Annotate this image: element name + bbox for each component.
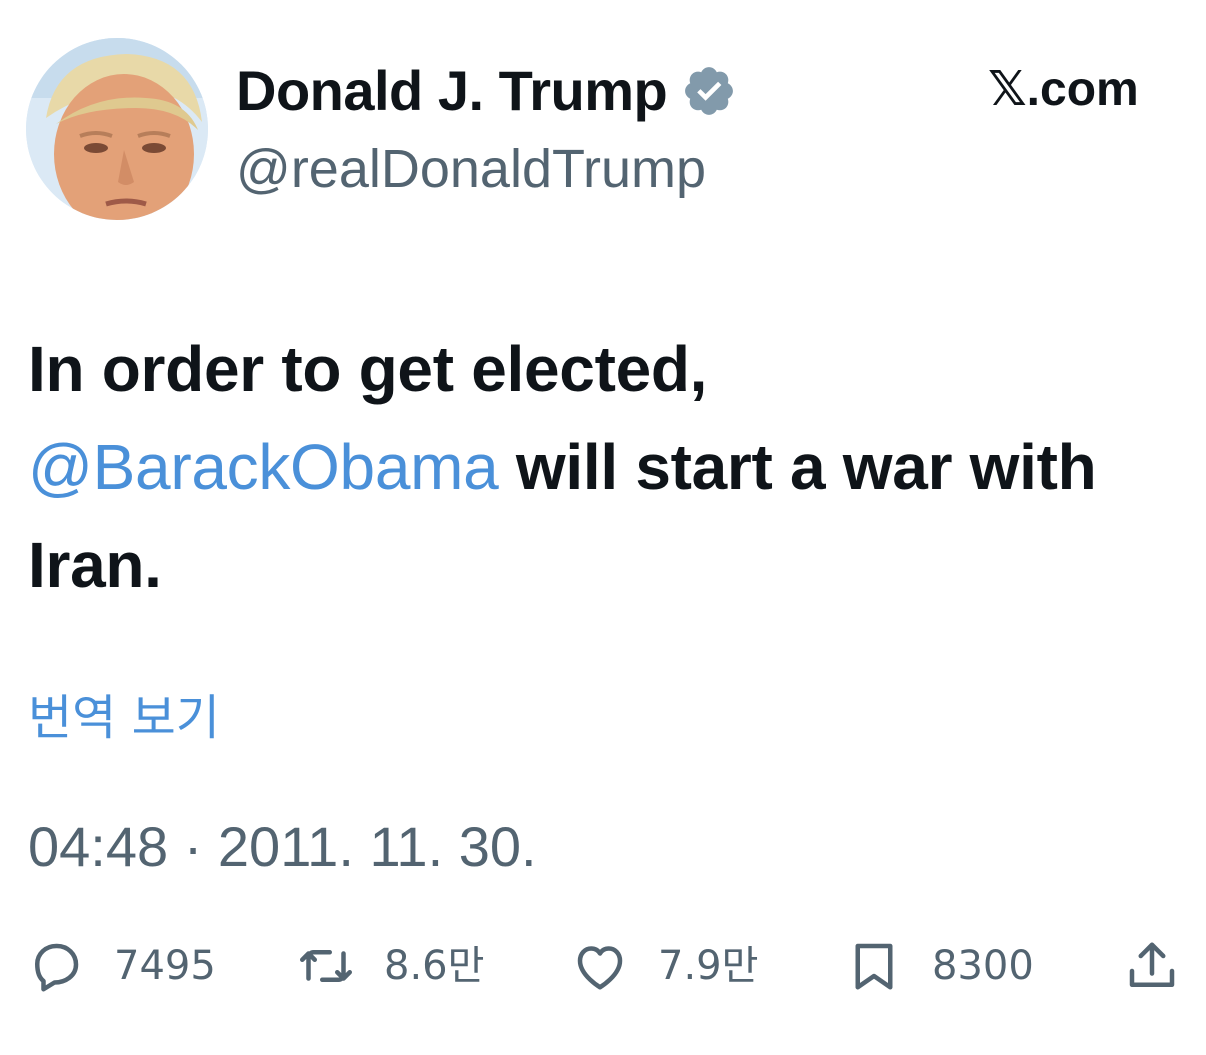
verified-badge-icon	[681, 63, 737, 119]
display-name-row: Donald J. Trump	[236, 56, 737, 126]
like-count: 7.9만	[658, 943, 759, 989]
tweet-line-1: In order to get elected,	[28, 333, 708, 405]
user-handle[interactable]: @realDonaldTrump	[236, 136, 706, 202]
retweet-icon	[296, 936, 356, 996]
reply-count: 7495	[114, 943, 216, 989]
share-button[interactable]	[1122, 930, 1182, 1002]
translate-link[interactable]: 번역 보기	[28, 688, 220, 748]
retweet-button[interactable]: 8.6만	[296, 930, 484, 1002]
mention-link[interactable]: @BarackObama	[28, 431, 499, 503]
avatar-photo	[26, 38, 208, 220]
action-bar: 7495 8.6만 7.9만 8300	[26, 930, 1186, 1002]
bookmark-count: 8300	[932, 943, 1034, 989]
retweet-count: 8.6만	[384, 943, 485, 989]
share-icon	[1122, 936, 1182, 996]
tweet-line-2-text: will start a war with	[498, 431, 1097, 503]
site-label: 𝕏.com	[988, 63, 1139, 116]
reply-button[interactable]: 7495	[26, 930, 216, 1002]
tweet-timestamp[interactable]: 04:48 · 2011. 11. 30.	[28, 812, 537, 882]
profile-avatar[interactable]	[26, 38, 208, 220]
tweet-line-3: Iran.	[28, 529, 162, 601]
display-name[interactable]: Donald J. Trump	[236, 56, 668, 126]
tweet-line-2: @BarackObama will start a war with	[28, 418, 1178, 516]
speech-bubble-icon	[26, 936, 86, 996]
like-button[interactable]: 7.9만	[570, 930, 758, 1002]
bookmark-button[interactable]: 8300	[844, 930, 1034, 1002]
heart-icon	[570, 936, 630, 996]
tweet-text: In order to get elected, @BarackObama wi…	[28, 320, 1178, 614]
bookmark-icon	[844, 936, 904, 996]
